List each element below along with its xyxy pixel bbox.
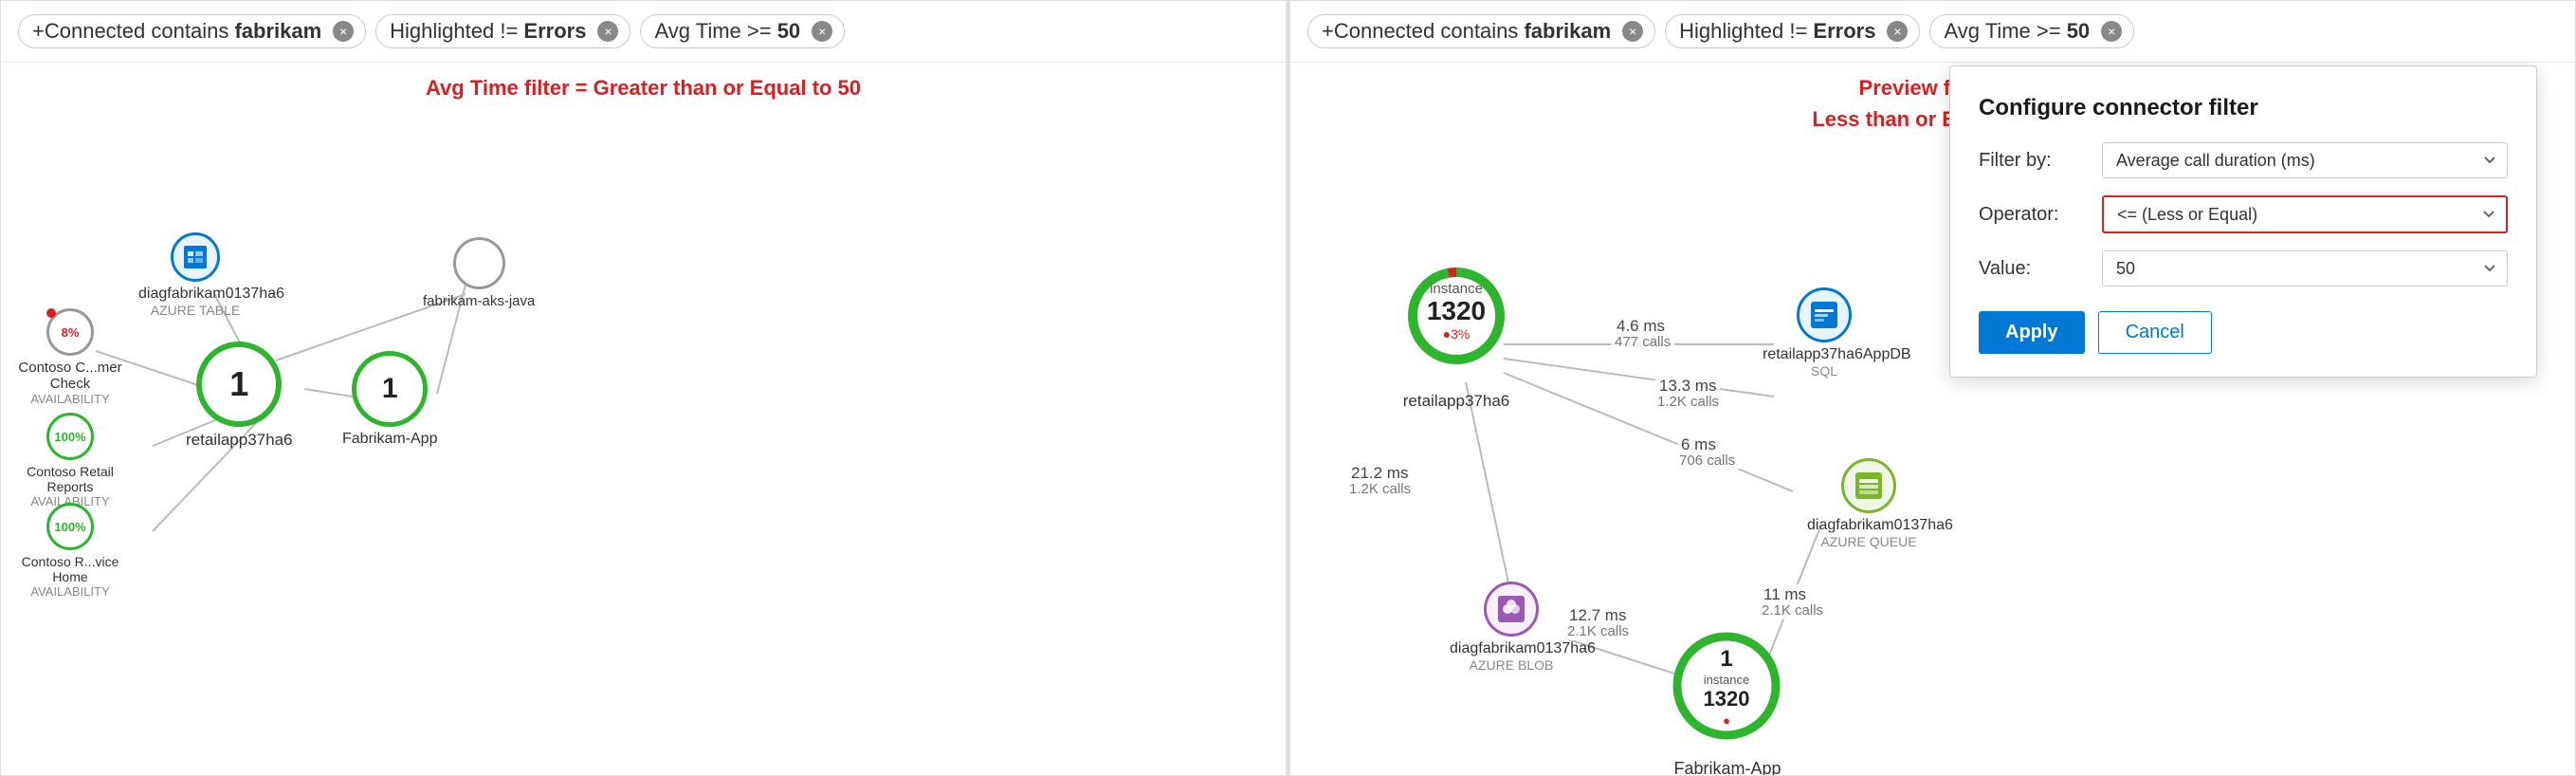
left-filter-bar: +Connected contains fabrikam × Highlight…	[1, 1, 1286, 63]
right-blob-sublabel: AZURE BLOB	[1470, 657, 1554, 673]
left-node-fabrikam-app[interactable]: 1 Fabrikam-App	[342, 351, 437, 448]
left-azure-table-icon	[171, 232, 220, 282]
cancel-button[interactable]: Cancel	[2098, 311, 2212, 354]
right-node-fabrikam-app[interactable]: 1 instance 1320 ●	[1670, 629, 1783, 743]
edge-label-12k-left: 1.2K calls	[1345, 480, 1415, 498]
dialog-filterby-label: Filter by:	[1979, 150, 2102, 172]
right-sql-sublabel: SQL	[1811, 363, 1837, 379]
right-tag-highlighted[interactable]: Highlighted != Errors ×	[1665, 14, 1920, 48]
left-node-contoso-reports[interactable]: 100% Contoso Retail Reports AVAILABILITY	[18, 413, 122, 508]
left-contoso-check-dot	[46, 308, 56, 318]
left-filter-info: Avg Time filter = Greater than or Equal …	[1, 63, 1286, 109]
left-node-diagfabrikam-sublabel: AZURE TABLE	[151, 303, 240, 318]
left-node-contoso-home[interactable]: 100% Contoso R...vice Home AVAILABILITY	[18, 503, 122, 599]
edge-label-6ms: 6 ms	[1677, 434, 1720, 455]
edge-label-21k: 2.1K calls	[1758, 601, 1827, 619]
dialog-row-operator: Operator: <= (Less or Equal) >= (Greater…	[1979, 195, 2508, 233]
right-tag-connected-text: +Connected contains fabrikam	[1322, 19, 1611, 44]
left-tag-avgtime[interactable]: Avg Time >= 50 ×	[640, 14, 845, 48]
dialog-row-filterby: Filter by: Average call duration (ms)	[1979, 142, 2508, 178]
left-contoso-check-circle: 8%	[46, 308, 94, 356]
left-contoso-home-sublabel: AVAILABILITY	[30, 584, 109, 599]
edge-label-46ms: 4.6 ms	[1613, 316, 1669, 337]
right-tag-avgtime-close[interactable]: ×	[2101, 21, 2122, 42]
right-tag-connected[interactable]: +Connected contains fabrikam ×	[1307, 14, 1655, 48]
left-tag-highlighted-close[interactable]: ×	[597, 21, 618, 42]
dialog-title: Configure connector filter	[1979, 95, 2508, 121]
right-blob-label: diagfabrikam0137ha6	[1450, 640, 1573, 657]
dialog-operator-label: Operator:	[1979, 204, 2102, 226]
right-queue-sublabel: AZURE QUEUE	[1820, 534, 1916, 549]
left-contoso-home-label: Contoso R...vice Home	[18, 554, 122, 584]
left-node-diagfabrikam-label: diagfabrikam0137ha6	[138, 286, 252, 303]
right-node-azure-queue[interactable]: diagfabrikam0137ha6 AZURE QUEUE	[1807, 458, 1930, 549]
left-tag-highlighted[interactable]: Highlighted != Errors ×	[375, 14, 630, 48]
right-fabrikam-app-text: 1 instance 1320 ●	[1670, 648, 1783, 728]
left-retailapp-label: retailapp37ha6	[186, 431, 292, 450]
left-tag-avgtime-close[interactable]: ×	[812, 21, 832, 42]
apply-button[interactable]: Apply	[1979, 311, 2085, 354]
edge-label-133ms: 13.3 ms	[1655, 376, 1720, 397]
left-contoso-home-circle: 100%	[46, 503, 94, 550]
right-queue-icon	[1841, 458, 1896, 513]
edge-label-12k-top: 1.2K calls	[1653, 393, 1723, 411]
edge-label-477calls: 477 calls	[1611, 333, 1674, 351]
dialog-value-label: Value:	[1979, 258, 2102, 280]
left-tag-connected[interactable]: +Connected contains fabrikam ×	[18, 14, 366, 48]
right-node-sql[interactable]: retailapp37ha6AppDB SQL	[1763, 287, 1886, 379]
left-tag-avgtime-text: Avg Time >= 50	[654, 19, 800, 44]
right-sql-icon	[1797, 287, 1852, 342]
left-contoso-reports-circle: 100%	[46, 413, 94, 460]
left-contoso-reports-label: Contoso Retail Reports	[18, 464, 122, 494]
left-fabrikam-app-circle: 1	[352, 351, 428, 427]
right-node-retailapp-label: retailapp37ha6	[1399, 392, 1513, 411]
edge-label-706calls: 706 calls	[1675, 452, 1739, 470]
left-node-diagfabrikam[interactable]: diagfabrikam0137ha6 AZURE TABLE	[138, 232, 252, 318]
right-panel: +Connected contains fabrikam × Highlight…	[1289, 0, 2576, 776]
right-tag-avgtime-text: Avg Time >= 50	[1944, 19, 2090, 44]
dialog-value-select[interactable]: 50 100 200	[2102, 250, 2508, 286]
dialog-filterby-select[interactable]: Average call duration (ms)	[2102, 142, 2508, 178]
dialog-operator-select[interactable]: <= (Less or Equal) >= (Greater or Equal)…	[2102, 195, 2508, 233]
right-node-azure-blob[interactable]: diagfabrikam0137ha6 AZURE BLOB	[1450, 582, 1573, 673]
left-node-retailapp[interactable]: 1 retailapp37ha6	[186, 342, 292, 450]
dialog-row-value: Value: 50 100 200	[1979, 250, 2508, 286]
left-retailapp-circle: 1	[196, 342, 282, 427]
left-contoso-check-label: Contoso C...mer Check	[18, 360, 122, 392]
right-fabrikam-app-name-label: Fabrikam-App	[1668, 759, 1787, 776]
left-panel: +Connected contains fabrikam × Highlight…	[0, 0, 1288, 776]
configure-dialog: Configure connector filter Filter by: Av…	[1949, 65, 2537, 378]
right-tag-highlighted-close[interactable]: ×	[1887, 21, 1908, 42]
edge-label-21k-bottom: 2.1K calls	[1563, 622, 1633, 640]
left-tag-connected-close[interactable]: ×	[333, 21, 354, 42]
right-instance-text: instance 1320 ●3%	[1404, 281, 1508, 342]
left-node-fabrikam-aks[interactable]: fabrikam-aks-java	[423, 237, 535, 309]
left-fabrikam-app-label: Fabrikam-App	[342, 431, 437, 448]
right-blob-icon	[1484, 582, 1539, 637]
right-tag-highlighted-text: Highlighted != Errors	[1679, 19, 1875, 44]
left-fabrikam-aks-circle	[453, 237, 505, 289]
right-sql-label: retailapp37ha6AppDB	[1763, 346, 1886, 363]
edge-label-127ms: 12.7 ms	[1565, 605, 1630, 626]
right-tag-connected-close[interactable]: ×	[1622, 21, 1643, 42]
left-graph-area: diagfabrikam0137ha6 AZURE TABLE 8% Conto…	[1, 109, 1286, 735]
left-contoso-check-sublabel: AVAILABILITY	[30, 392, 109, 406]
left-tag-connected-text: +Connected contains fabrikam	[32, 19, 321, 44]
dialog-actions: Apply Cancel	[1979, 311, 2508, 354]
left-node-contoso-check[interactable]: 8% Contoso C...mer Check AVAILABILITY	[18, 308, 122, 406]
right-filter-bar: +Connected contains fabrikam × Highlight…	[1290, 1, 2575, 63]
left-fabrikam-aks-label: fabrikam-aks-java	[423, 293, 535, 309]
edge-label-11ms: 11 ms	[1760, 584, 1810, 605]
edge-label-212ms: 21.2 ms	[1347, 463, 1412, 484]
right-queue-label: diagfabrikam0137ha6	[1807, 517, 1930, 534]
left-tag-highlighted-text: Highlighted != Errors	[390, 19, 586, 44]
right-tag-avgtime[interactable]: Avg Time >= 50 ×	[1929, 14, 2134, 48]
right-node-instance[interactable]: instance 1320 ●3%	[1404, 264, 1508, 368]
